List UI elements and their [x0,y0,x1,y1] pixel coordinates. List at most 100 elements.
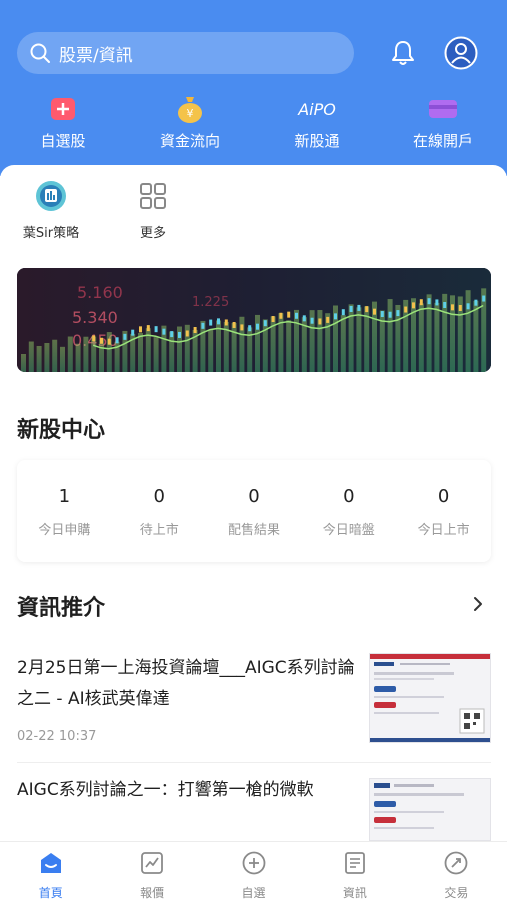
banner-candle [443,302,447,309]
ipo-stat-pending-listing[interactable]: 0 待上市 [112,460,207,562]
document-icon [345,852,365,874]
tab-label: 交易 [444,886,469,900]
ipo-stat-today-listing[interactable]: 0 今日上市 [396,460,491,562]
banner-candle [318,318,322,325]
ipo-stat-label: 待上市 [139,523,179,538]
banner-candle [107,338,111,345]
banner-volume-bar [208,329,214,372]
quick-action-label: 在線開戶 [412,132,473,150]
banner-volume-bar [262,319,268,372]
banner-candle [217,318,220,325]
banner-volume-bar [426,294,432,372]
tool-strategy[interactable]: 葉Sir策略 [11,180,91,241]
banner-volume-bar [255,314,260,372]
banner-candle [232,322,236,329]
banner-candle [139,326,142,333]
banner-volume-bar [36,345,42,372]
strategy-avatar-icon [36,181,66,211]
ipo-stat-value: 0 [248,486,260,507]
banner-candle [404,306,408,313]
ipo-stat-value: 0 [343,486,355,507]
banner-candle [388,311,392,318]
news-item[interactable]: AIGC系列討論之一：打響第一槍的微軟 [17,775,491,845]
banner-volume-bar [52,339,58,372]
search-placeholder: 股票/資訊 [59,45,133,66]
banner-candle [349,305,353,312]
banner-candle [474,299,478,306]
banner-candle [380,311,384,318]
banner-volume-bar [83,336,89,372]
ipo-center-title: 新股中心 [17,418,106,443]
user-avatar-icon[interactable] [444,36,478,70]
quick-action-capital-flow[interactable]: ¥ 資金流向 [135,94,245,158]
banner-volume-bar [67,336,73,372]
bottom-tab-bar: 首頁 報價 自選 資訊 交易 [0,841,507,900]
banner-volume-bar [348,304,354,372]
banner-volume-bar [169,331,175,372]
quick-action-watchlist[interactable]: 自選股 [8,94,118,158]
banner-volume-bar [60,346,65,372]
banner-candle [458,304,462,311]
banner-candle [224,319,228,326]
banner-candle [365,306,369,313]
tool-label: 更多 [139,226,166,241]
quick-action-label: 自選股 [40,132,86,150]
banner-candle [326,316,330,323]
promo-banner[interactable]: 5.160 1.225 5.340 0.450 [17,268,491,372]
banner-candle [357,304,361,311]
banner-volume-bar [465,290,471,372]
tab-home[interactable]: 首頁 [0,842,101,900]
banner-candle [271,316,275,323]
news-item[interactable]: 2月25日第一上海投資論壇___AIGC系列討論之二 - AI核武英偉達 02-… [17,653,491,753]
banner-candle [466,303,470,310]
banner-volume-bar [231,323,237,372]
banner-volume-bar [138,332,143,372]
banner-candle [287,311,291,318]
banner-volume-bar [106,332,112,372]
banner-candle [419,299,423,306]
tab-watchlist[interactable]: 自選 [203,842,304,900]
news-thumbnail [369,653,491,743]
banner-volume-bar [473,300,479,372]
tool-label: 葉Sir策略 [22,226,80,241]
banner-candle [295,312,298,319]
ipo-stat-today-subscribe[interactable]: 1 今日申購 [17,460,112,562]
quick-action-ipo[interactable]: AiPO 新股通 [262,94,372,158]
banner-volume-bar [387,299,393,372]
banner-candle [412,302,415,309]
chevron-right-icon[interactable] [468,594,488,614]
home-icon [40,853,61,873]
ipo-stat-grey-market[interactable]: 0 今日暗盤 [301,460,396,562]
card-icon [426,94,460,124]
banner-candle [341,309,345,316]
ipo-stat-value: 0 [153,486,165,507]
bell-icon[interactable] [388,38,418,68]
banner-candle [115,337,119,344]
banner-volume-bar [28,341,34,372]
ipo-stat-allotment-result[interactable]: 0 配售結果 [207,460,302,562]
news-section-title: 資訊推介 [17,596,106,621]
banner-volume-bar [294,309,299,372]
tab-trade[interactable]: 交易 [406,842,507,900]
banner-candle [248,325,252,332]
banner-candle [240,324,244,331]
ipo-stat-label: 今日暗盤 [322,523,375,538]
tab-label: 報價 [140,886,165,900]
search-bar[interactable]: 股票/資訊 [17,32,354,74]
aipo-icon: AiPO [298,94,336,124]
quote-chart-icon [141,852,164,874]
banner-candle [123,333,127,340]
plus-square-icon [46,94,80,124]
tool-more[interactable]: 更多 [113,180,193,241]
banner-volume-bar [286,320,292,372]
ipo-stat-label: 配售結果 [227,523,280,538]
tab-quotes[interactable]: 報價 [101,842,202,900]
banner-candle [427,298,431,305]
banner-candle [451,304,454,311]
banner-candle [193,327,197,334]
banner-candle [170,331,174,338]
tab-news[interactable]: 資訊 [304,842,405,900]
quick-action-open-account[interactable]: 在線開戶 [388,94,498,158]
banner-candle [201,322,205,329]
banner-candle [209,319,213,326]
